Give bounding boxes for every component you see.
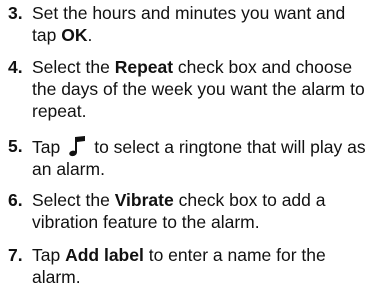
repeat-term: Repeat <box>114 57 174 77</box>
step-text: Select the Repeat check box and choose t… <box>32 56 372 122</box>
step-number: 4. <box>8 57 23 77</box>
step-text: Tap to select a ringtone that will play a… <box>32 135 372 180</box>
vibrate-term: Vibrate <box>114 190 174 210</box>
step-number: 7. <box>8 245 23 265</box>
step-text-part: Select the <box>32 190 115 210</box>
step-number: 3. <box>8 3 23 23</box>
instruction-steps: 3. Set the hours and minutes you want an… <box>0 0 380 293</box>
step-text: Set the hours and minutes you want and t… <box>32 2 372 46</box>
step-text: Select the Vibrate check box to add a vi… <box>32 189 372 233</box>
add-label-term: Add label <box>65 245 144 265</box>
step-number: 6. <box>8 190 23 210</box>
step-3: 3. Set the hours and minutes you want an… <box>0 2 372 46</box>
step-6: 6. Select the Vibrate check box to add a… <box>0 189 372 233</box>
step-4: 4. Select the Repeat check box and choos… <box>0 56 372 122</box>
step-number: 5. <box>8 136 23 156</box>
step-text: Tap Add label to enter a name for the al… <box>32 244 372 288</box>
music-note-icon <box>66 135 88 157</box>
step-text-part: Tap <box>32 245 66 265</box>
step-text-part: . <box>87 25 93 45</box>
step-text-part: Tap <box>32 137 61 157</box>
ok-term: OK <box>61 25 88 45</box>
step-7: 7. Tap Add label to enter a name for the… <box>0 244 372 288</box>
step-text-part: Select the <box>32 57 115 77</box>
step-5: 5. Tap to select a ringtone that will pla… <box>0 135 372 180</box>
